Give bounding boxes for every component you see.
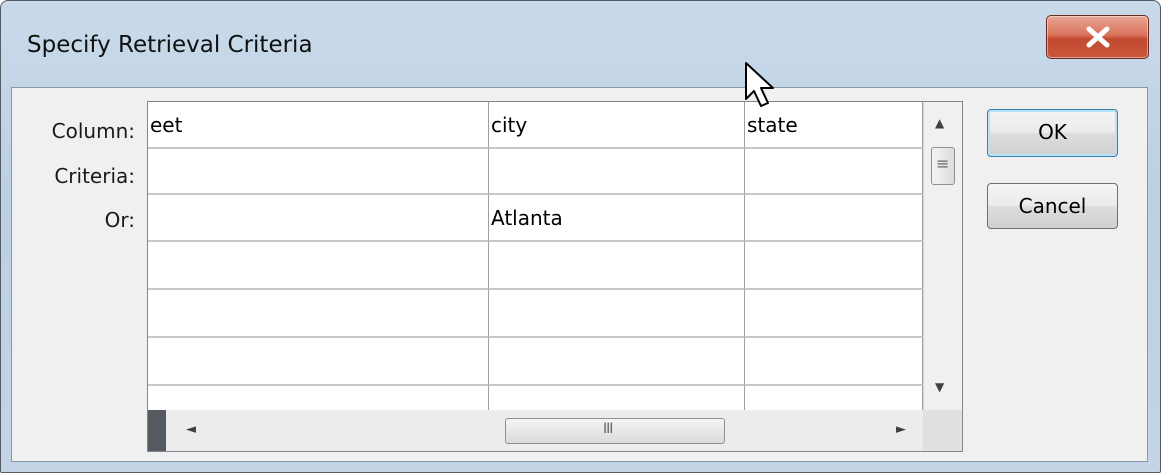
criteria-cell[interactable] [148, 149, 489, 195]
or-label: Or: [104, 208, 135, 232]
vertical-scrollbar[interactable]: ▲ ≡ ▼ [923, 102, 962, 410]
grid-cell[interactable] [148, 242, 489, 290]
close-icon [1086, 26, 1110, 48]
grid-cell[interactable] [489, 290, 745, 338]
column-header-city[interactable]: city [489, 102, 745, 149]
grid-cell-partial[interactable] [489, 386, 745, 410]
ok-button[interactable]: OK [987, 109, 1118, 157]
grid-cell[interactable] [745, 338, 923, 386]
or-cell[interactable] [745, 195, 923, 242]
dialog-title: Specify Retrieval Criteria [27, 32, 313, 58]
scroll-up-arrow[interactable]: ▲ [935, 116, 944, 130]
vertical-grip-icon: ≡ [936, 154, 950, 173]
or-cell[interactable] [148, 195, 489, 242]
or-cell[interactable]: Atlanta [489, 195, 745, 242]
grid-cell[interactable] [148, 290, 489, 338]
retrieval-criteria-dialog: Specify Retrieval Criteria Column: Crite… [0, 0, 1161, 473]
scroll-right-arrow[interactable]: ► [896, 422, 906, 437]
grid-cell[interactable] [745, 290, 923, 338]
grid-cell[interactable] [745, 242, 923, 290]
horizontal-scroll-thumb[interactable]: III [505, 418, 725, 444]
criteria-cell[interactable] [745, 149, 923, 195]
cancel-button[interactable]: Cancel [987, 183, 1118, 229]
criteria-label: Criteria: [54, 164, 135, 188]
grid-cell-partial[interactable] [745, 386, 923, 410]
scroll-down-arrow[interactable]: ▼ [935, 380, 944, 394]
scroll-left-arrow[interactable]: ◄ [186, 422, 196, 437]
horizontal-scrollbar[interactable]: ◄ III ► [148, 410, 923, 451]
criteria-grid: eet city state Atlanta ▲ ≡ ▼ ◄ III ► [147, 101, 963, 452]
scrollbar-corner [923, 410, 962, 451]
column-header-street[interactable]: eet [148, 102, 489, 149]
mouse-pointer-icon [745, 62, 774, 107]
grid-cell[interactable] [489, 338, 745, 386]
grid-cell[interactable] [148, 338, 489, 386]
vertical-scroll-thumb[interactable]: ≡ [931, 147, 955, 185]
title-bar[interactable]: Specify Retrieval Criteria [1, 1, 1160, 87]
close-button[interactable] [1046, 15, 1149, 59]
grid-cell-partial[interactable] [148, 386, 489, 410]
column-label: Column: [51, 119, 135, 143]
scrollbar-edge [148, 410, 166, 451]
grid-cell[interactable] [489, 242, 745, 290]
horizontal-grip-icon: III [603, 421, 613, 437]
criteria-cell[interactable] [489, 149, 745, 195]
